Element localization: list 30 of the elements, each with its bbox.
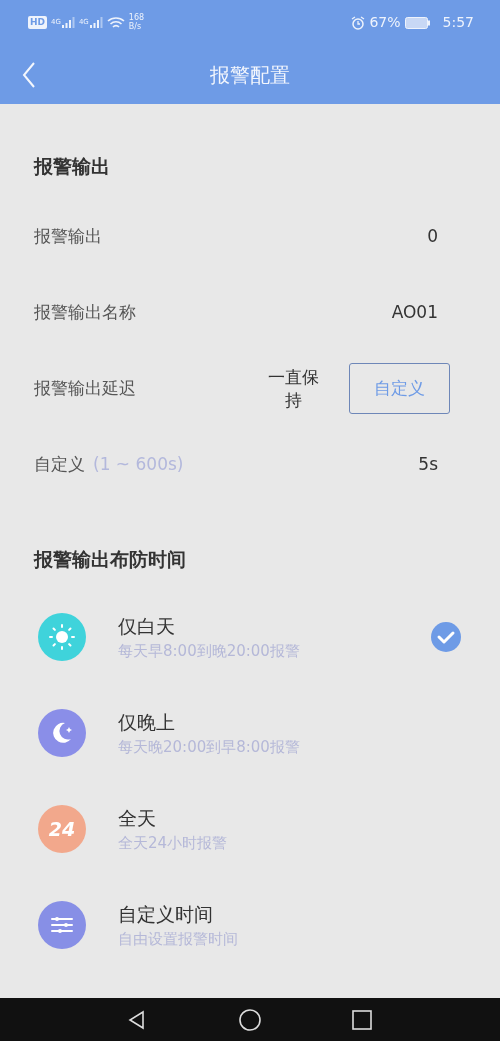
field-label: 报警输出延迟 [34, 376, 136, 400]
field-label: 报警输出 [34, 224, 102, 248]
field-value: AO01 [391, 300, 438, 324]
battery-percent: 67% [369, 13, 401, 32]
wifi-icon [106, 15, 125, 30]
battery-icon [404, 16, 431, 29]
recents-button[interactable] [351, 1008, 373, 1031]
field-value: 0 [427, 224, 438, 248]
option-title: 仅白天 [118, 613, 176, 639]
section-title: 报警输出 [32, 154, 111, 179]
alarm-icon [351, 15, 366, 30]
clock-time: 5:57 [442, 13, 474, 32]
option-title: 仅晚上 [118, 709, 176, 735]
field-value: 一直保持 [266, 365, 320, 412]
field-label: 报警输出名称 [34, 300, 136, 324]
page-title: 报警配置 [210, 61, 290, 89]
hours-badge: 24 [38, 805, 86, 853]
field-value: 5s [418, 452, 438, 476]
field-label: 自定义 [34, 452, 85, 476]
option-title: 自定义时间 [118, 901, 214, 927]
section-title: 报警输出布防时间 [32, 546, 187, 572]
signal-icon [60, 17, 75, 28]
hd-badge: HD [28, 15, 47, 30]
home-button[interactable] [239, 1008, 261, 1031]
signal-icon [88, 17, 103, 28]
option-title: 全天 [118, 805, 157, 831]
check-icon [430, 621, 462, 653]
network-speed: 168 [128, 13, 145, 22]
speed-unit: B/s [128, 22, 143, 32]
back-icon [22, 61, 36, 89]
